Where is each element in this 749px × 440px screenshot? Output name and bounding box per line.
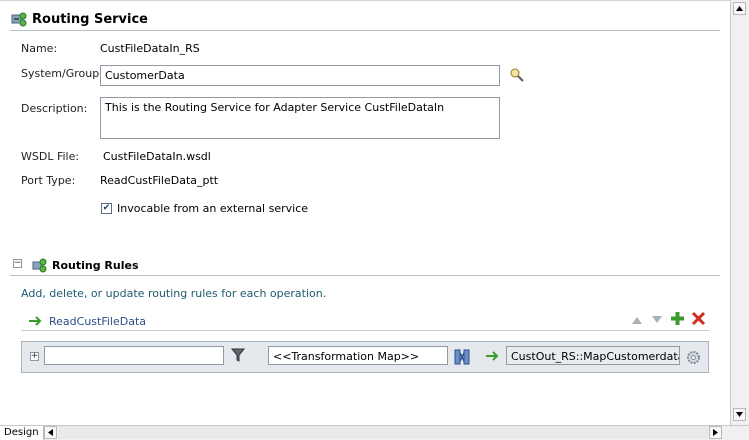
system-group-field[interactable]: CustomerData [100, 65, 500, 86]
move-down-icon[interactable] [651, 315, 663, 325]
port-type-value: ReadCustFileData_ptt [100, 174, 219, 187]
invocable-checkbox[interactable]: ✔ [101, 203, 112, 214]
operation-link[interactable]: ReadCustFileData [49, 315, 146, 328]
move-up-icon[interactable] [631, 315, 643, 325]
target-settings-icon[interactable] [686, 350, 701, 365]
routing-rules-icon [32, 257, 48, 273]
collapse-rules-toggle[interactable]: − [13, 259, 22, 268]
browse-system-icon[interactable] [509, 67, 525, 83]
scroll-up-button[interactable] [733, 2, 746, 15]
bottom-bar: Design [0, 425, 749, 440]
name-value: CustFileDataIn_RS [100, 42, 200, 55]
filter-icon[interactable] [230, 348, 246, 362]
add-rule-icon[interactable] [670, 311, 685, 326]
routing-service-icon [11, 11, 28, 27]
scroll-right-button[interactable] [709, 426, 722, 439]
scroll-down-icon [736, 412, 743, 417]
routing-service-editor: Routing Service Name: CustFileDataIn_RS … [0, 0, 730, 426]
wsdl-file-label: WSDL File: [21, 150, 80, 163]
routing-rules-title: Routing Rules [52, 259, 139, 272]
scroll-left-icon [48, 429, 53, 436]
name-label: Name: [21, 42, 58, 55]
section-divider [10, 30, 720, 31]
design-tab[interactable]: Design [0, 426, 44, 440]
invocable-label: Invocable from an external service [117, 202, 309, 215]
collapse-symbol: − [13, 258, 22, 268]
routing-rules-hint: Add, delete, or update routing rules for… [21, 287, 327, 300]
description-field[interactable]: This is the Routing Service for Adapter … [100, 97, 500, 139]
target-service-field: CustOut_RS::MapCustomerdata [506, 346, 680, 365]
horizontal-scroll-track[interactable] [58, 426, 708, 439]
transformation-map-icon[interactable] [454, 349, 470, 365]
system-group-label: System/Group: [21, 67, 103, 80]
transformation-map-field[interactable]: <<Transformation Map>> [268, 346, 448, 365]
routing-rule-row: + <<Transformation Map>> CustOut_RS::Map… [21, 341, 709, 373]
operation-divider [21, 330, 709, 331]
section-title: Routing Service [32, 12, 148, 27]
delete-rule-icon[interactable] [691, 311, 706, 326]
port-type-label: Port Type: [21, 174, 76, 187]
filter-expression-field[interactable] [44, 346, 224, 365]
scroll-right-icon [713, 429, 718, 436]
wsdl-file-value: CustFileDataIn.wsdl [103, 150, 211, 163]
scroll-up-icon [736, 6, 743, 11]
target-arrow-icon [485, 350, 501, 362]
expand-rule-toggle[interactable]: + [30, 352, 39, 361]
scroll-left-button[interactable] [44, 426, 57, 439]
operation-arrow-icon [28, 315, 44, 327]
routing-rules-divider [10, 275, 720, 276]
vertical-scrollbar[interactable] [730, 0, 749, 425]
description-label: Description: [21, 102, 88, 115]
expand-symbol: + [30, 351, 39, 361]
scroll-down-button[interactable] [733, 408, 746, 421]
